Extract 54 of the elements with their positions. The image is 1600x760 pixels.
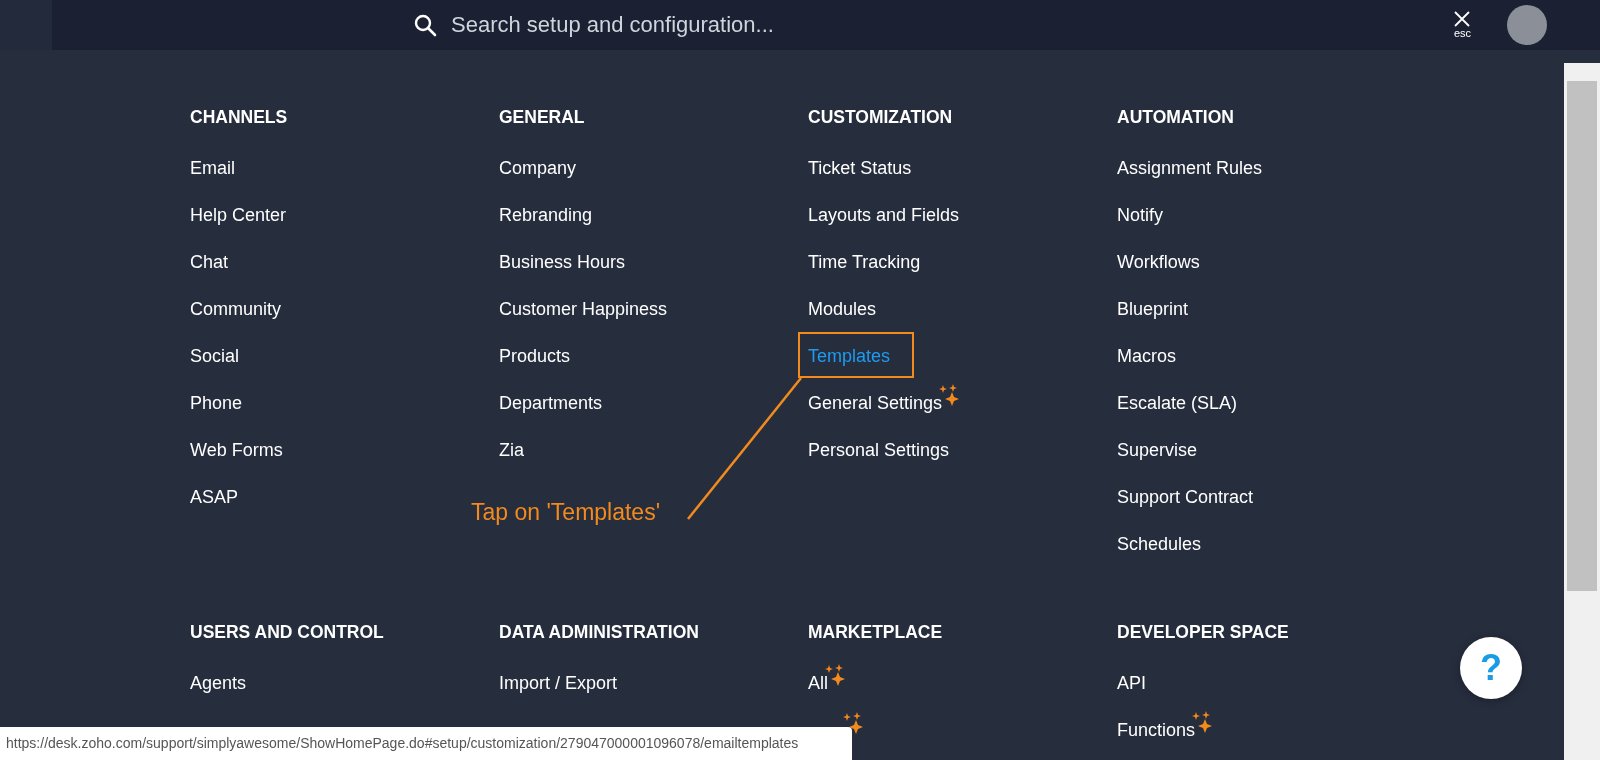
section-heading: GENERAL	[499, 106, 585, 129]
menu-link[interactable]: Chat	[190, 252, 229, 273]
menu-link[interactable]: Macros	[1117, 346, 1176, 367]
menu-link[interactable]: Products	[499, 346, 571, 367]
menu-link[interactable]: Modules	[808, 299, 877, 320]
menu-link[interactable]: Time Tracking	[808, 252, 921, 273]
menu-link[interactable]: Web Forms	[190, 440, 283, 461]
section-heading: DEVELOPER SPACE	[1117, 621, 1289, 644]
menu-link[interactable]: Import / Export	[499, 673, 618, 694]
menu-link[interactable]: Social	[190, 346, 240, 367]
sparkle-icon	[842, 712, 864, 736]
search-field[interactable]: Search setup and configuration...	[413, 5, 1053, 45]
menu-link[interactable]: Company	[499, 158, 577, 179]
menu-link[interactable]: Escalate (SLA)	[1117, 393, 1238, 414]
menu-link[interactable]: Layouts and Fields	[808, 205, 960, 226]
close-icon	[1454, 11, 1471, 27]
avatar[interactable]	[1507, 5, 1547, 45]
menu-link[interactable]: Notify	[1117, 205, 1163, 226]
menu-link[interactable]: General Settings	[808, 393, 943, 414]
menu-link[interactable]: Agents	[190, 673, 247, 694]
menu-link[interactable]: ASAP	[190, 487, 239, 508]
section-heading: USERS AND CONTROL	[190, 621, 384, 644]
menu-link[interactable]: API	[1117, 673, 1146, 694]
section-heading: AUTOMATION	[1117, 106, 1234, 129]
menu-link[interactable]: All	[808, 673, 828, 694]
section-heading: CUSTOMIZATION	[808, 106, 953, 129]
search-input[interactable]: Search setup and configuration...	[451, 12, 1053, 38]
scrollbar[interactable]	[1564, 63, 1600, 760]
menu-link[interactable]: Templates	[808, 346, 891, 367]
menu-link[interactable]: Help Center	[190, 205, 287, 226]
menu-link[interactable]: Personal Settings	[808, 440, 950, 461]
menu-link[interactable]: Email	[190, 158, 235, 179]
menu-link[interactable]: Schedules	[1117, 534, 1202, 555]
menu-link[interactable]: Support Contract	[1117, 487, 1254, 508]
menu-link[interactable]: Rebranding	[499, 205, 593, 226]
menu-link[interactable]: Assignment Rules	[1117, 158, 1263, 179]
menu-link[interactable]: Workflows	[1117, 252, 1200, 273]
menu-link[interactable]: Supervise	[1117, 440, 1198, 461]
annotation-text: Tap on 'Templates'	[471, 499, 661, 526]
menu-link[interactable]: Blueprint	[1117, 299, 1189, 320]
close-button[interactable]: esc	[1453, 11, 1471, 39]
menu-link[interactable]: Zia	[499, 440, 524, 461]
menu-link[interactable]: Ticket Status	[808, 158, 912, 179]
menu-link[interactable]: Functions	[1117, 720, 1196, 741]
menu-link[interactable]: Customer Happiness	[499, 299, 668, 320]
section-heading: CHANNELS	[190, 106, 288, 129]
menu-link[interactable]: Phone	[190, 393, 243, 414]
status-url: https://desk.zoho.com/support/simplyawesome/ShowHomePage.do#setup/customization/279047000001096078/emailtemplates	[0, 727, 852, 760]
search-icon	[413, 13, 437, 37]
menu-link[interactable]: Departments	[499, 393, 603, 414]
section-heading: DATA ADMINISTRATION	[499, 621, 699, 644]
section-heading: MARKETPLACE	[808, 621, 943, 644]
menu-link[interactable]: Community	[190, 299, 282, 320]
menu-link[interactable]: Business Hours	[499, 252, 626, 273]
